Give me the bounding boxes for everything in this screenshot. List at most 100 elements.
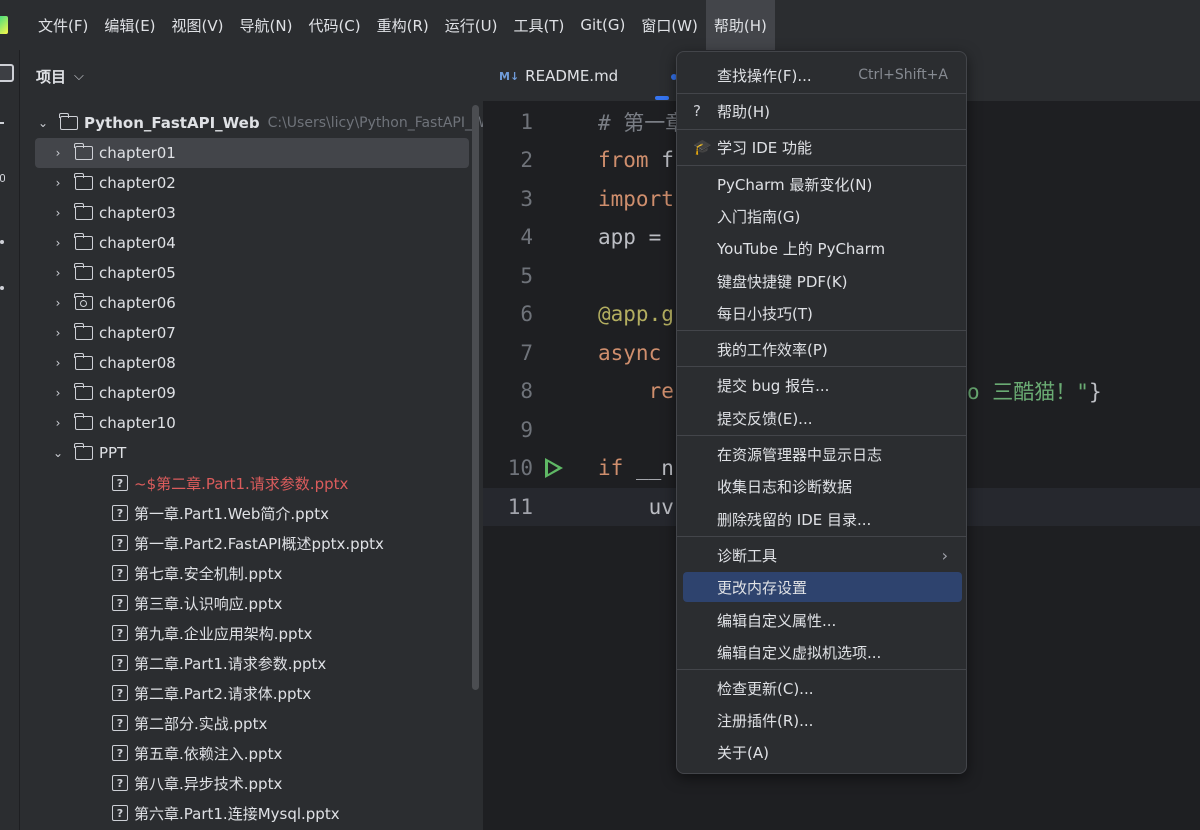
menu-code[interactable]: 代码(C) [300,0,368,50]
tree-folder-chapter10[interactable]: › chapter10 [49,408,176,438]
commit-tool-icon[interactable] [0,122,4,124]
code-token: re [598,379,674,403]
menu-git[interactable]: Git(G) [572,0,633,50]
project-tool-icon[interactable] [0,64,14,82]
menu-navigate[interactable]: 导航(N) [232,0,301,50]
tree-file[interactable]: ? 第六章.Part1.连接Mysql.pptx [112,798,340,828]
tree-file[interactable]: ? 第二章.Part2.请求体.pptx [112,678,311,708]
tree-file[interactable]: ? 第九章.企业应用架构.pptx [112,618,312,648]
expand-right-icon[interactable]: › [49,176,67,190]
menu-help[interactable]: 帮助(H) [705,0,775,50]
tool-window-strip [0,50,20,830]
menu-item-about[interactable]: 关于(A) [683,737,962,767]
menu-item-delete-leftover-dirs[interactable]: 删除残留的 IDE 目录... [683,504,962,534]
menu-file[interactable]: 文件(F) [30,0,96,50]
menu-item-tip-of-day[interactable]: 每日小技巧(T) [683,298,962,328]
menu-item-collect-logs[interactable]: 收集日志和诊断数据 [683,471,962,501]
gutter [533,411,598,449]
tree-folder-chapter08[interactable]: › chapter08 [49,348,176,378]
tree-file[interactable]: ? 第八章.异步技术.pptx [112,768,282,798]
gutter [533,295,598,333]
project-panel-header[interactable]: 项目 ⌵ [20,50,483,102]
tree-folder-chapter06[interactable]: › chapter06 [49,288,176,318]
unknown-file-icon: ? [112,505,128,521]
tree-folder-chapter03[interactable]: › chapter03 [49,198,176,228]
menu-refactor[interactable]: 重构(R) [369,0,437,50]
expand-down-icon[interactable]: ⌄ [49,446,67,460]
file-label: 第八章.异步技术.pptx [134,774,283,793]
menu-item-keymap-pdf[interactable]: 键盘快捷键 PDF(K) [683,266,962,296]
expand-right-icon[interactable]: › [49,296,67,310]
menu-item-edit-properties[interactable]: 编辑自定义属性... [683,605,962,635]
menu-tools[interactable]: 工具(T) [505,0,572,50]
expand-right-icon[interactable]: › [49,236,67,250]
menu-item-getting-started[interactable]: 入门指南(G) [683,201,962,231]
tree-folder-chapter02[interactable]: › chapter02 [49,168,176,198]
expand-right-icon[interactable]: › [49,266,67,280]
vcs-tool-icon[interactable] [0,174,5,182]
menu-item-label: 提交反馈(E)... [717,409,813,428]
chevron-down-icon[interactable]: ⌵ [74,69,84,84]
tree-folder-ppt[interactable]: ⌄ PPT [49,438,126,468]
menu-item-show-log[interactable]: 在资源管理器中显示日志 [683,439,962,469]
tree-file[interactable]: ? 第三章.认识响应.pptx [112,588,282,618]
tree-folder-chapter07[interactable]: › chapter07 [49,318,176,348]
tree-file[interactable]: ? 第二部分.实战.pptx [112,708,267,738]
menu-item-whats-new[interactable]: PyCharm 最新变化(N) [683,169,962,199]
menu-item-find-action[interactable]: 查找操作(F)... Ctrl+Shift+A [683,60,962,90]
tree-folder-chapter05[interactable]: › chapter05 [49,258,176,288]
menu-item-label: 更改内存设置 [717,578,808,597]
expand-right-icon[interactable]: › [49,206,67,220]
expand-right-icon[interactable]: › [49,146,67,160]
line-number: 2 [520,148,533,172]
code-token: } [1088,380,1102,404]
menu-item-submit-bug[interactable]: 提交 bug 报告... [683,370,962,400]
tree-folder-chapter09[interactable]: › chapter09 [49,378,176,408]
folder-label: chapter06 [99,294,176,312]
tree-file[interactable]: ? 第二章.Part1.请求参数.pptx [112,648,326,678]
menu-window[interactable]: 窗口(W) [633,0,706,50]
unknown-file-icon: ? [112,775,128,791]
menu-item-label: YouTube 上的 PyCharm [717,239,886,258]
menu-item-learn-ide[interactable]: 🎓 学习 IDE 功能 [683,132,962,162]
menu-view[interactable]: 视图(V) [164,0,232,50]
menu-item-change-memory[interactable]: 更改内存设置 [683,572,962,602]
tree-file[interactable]: ? 第七章.安全机制.pptx [112,558,282,588]
markdown-icon: M↓ [499,69,520,83]
expand-down-icon[interactable]: ⌄ [34,116,52,130]
file-label: 第六章.Part1.连接Mysql.pptx [134,804,340,823]
file-label: 第三章.认识响应.pptx [134,594,283,613]
expand-right-icon[interactable]: › [49,326,67,340]
line-number: 11 [507,495,533,519]
tree-file[interactable]: ? ~$第二章.Part1.请求参数.pptx [112,468,348,498]
tree-file[interactable]: ? 第一章.Part1.Web简介.pptx [112,498,329,528]
menu-edit[interactable]: 编辑(E) [96,0,163,50]
expand-right-icon[interactable]: › [49,416,67,430]
menu-item-help[interactable]: ? 帮助(H) [683,96,962,126]
project-scrollbar[interactable] [472,105,479,690]
tree-folder-chapter04[interactable]: › chapter04 [49,228,176,258]
menu-item-label: 编辑自定义属性... [717,611,837,630]
tab-label: README.md [525,67,619,85]
run-icon[interactable] [545,458,563,478]
menu-run[interactable]: 运行(U) [437,0,506,50]
more-tools-icon[interactable] [0,286,4,290]
tree-root[interactable]: ⌄ Python_FastAPI_Web C:\Users\licy\Pytho… [34,108,503,138]
menu-item-edit-vm-options[interactable]: 编辑自定义虚拟机选项... [683,637,962,667]
project-panel: 项目 ⌵ ⌄ Python_FastAPI_Web C:\Users\licy\… [20,50,503,830]
menu-item-check-updates[interactable]: 检查更新(C)... [683,673,962,703]
file-label: 第七章.安全机制.pptx [134,564,283,583]
expand-right-icon[interactable]: › [49,356,67,370]
tree-file[interactable]: ? 第一章.Part2.FastAPI概述pptx.pptx [112,528,384,558]
menu-item-submit-feedback[interactable]: 提交反馈(E)... [683,403,962,433]
structure-tool-icon[interactable] [0,240,4,244]
tab-readme[interactable]: M↓ README.md [499,50,618,102]
menu-item-productivity[interactable]: 我的工作效率(P) [683,334,962,364]
tree-file[interactable]: ? 第五章.依赖注入.pptx [112,738,282,768]
menu-item-youtube[interactable]: YouTube 上的 PyCharm [683,233,962,263]
tree-folder-chapter01[interactable]: › chapter01 [35,138,469,168]
expand-right-icon[interactable]: › [49,386,67,400]
menu-item-diagnostic-tools[interactable]: 诊断工具 › [683,540,962,570]
menu-item-label: 检查更新(C)... [717,679,814,698]
menu-item-register-plugins[interactable]: 注册插件(R)... [683,705,962,735]
